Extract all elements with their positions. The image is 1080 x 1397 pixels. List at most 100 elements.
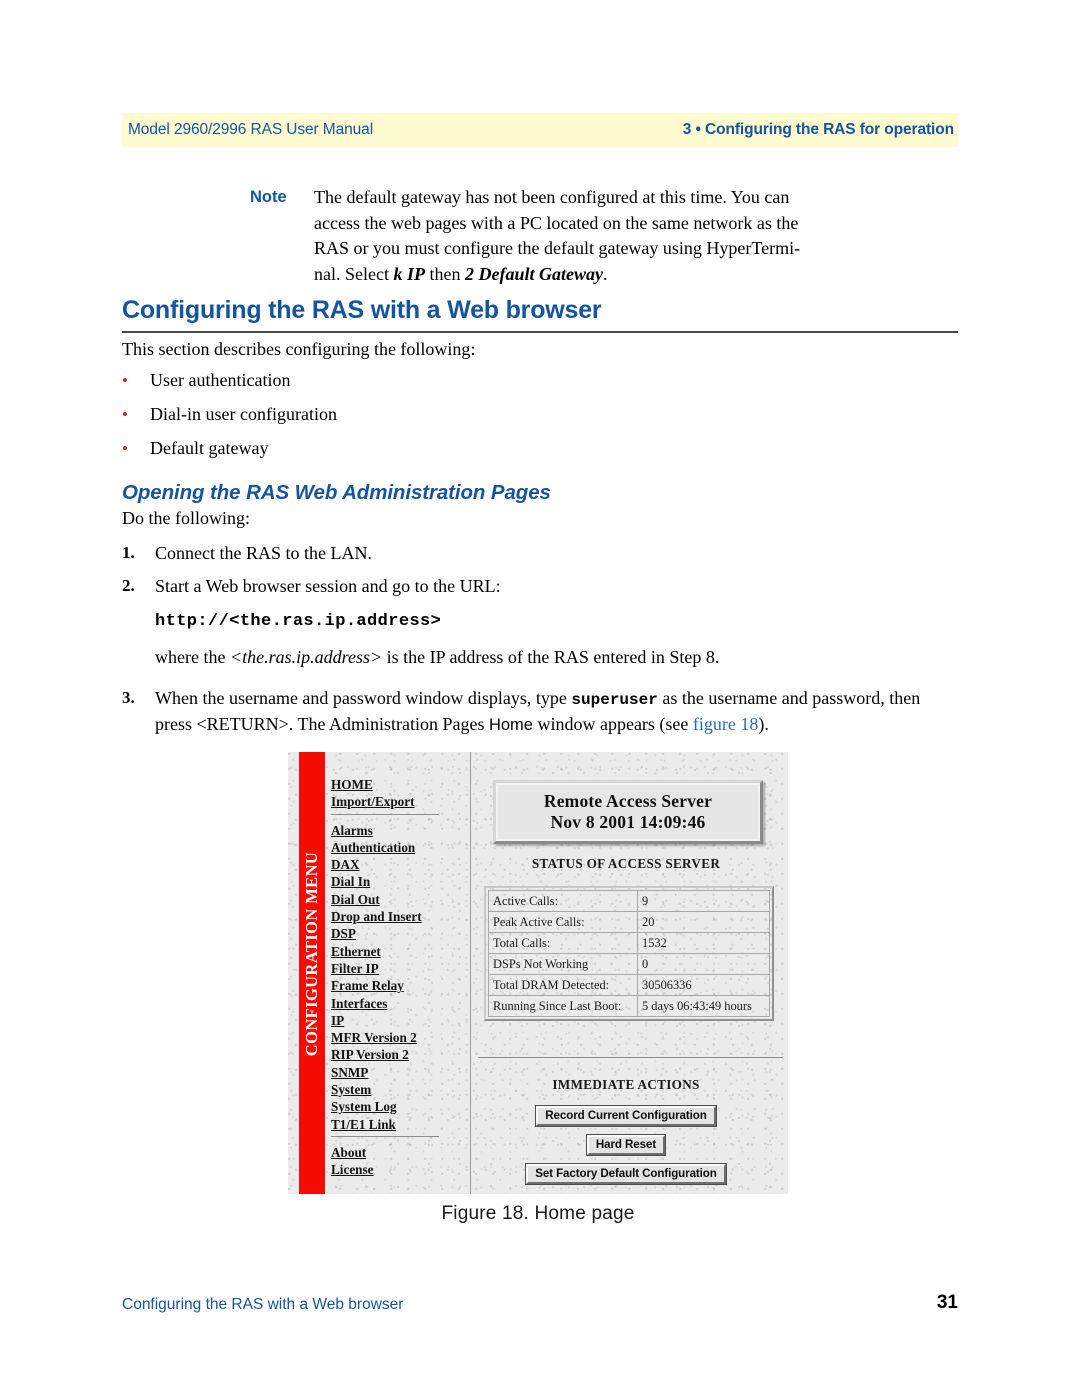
numbered-step-list: 1. Connect the RAS to the LAN. 2. Start … [122, 541, 960, 746]
figure-caption: Figure 18. Home page [441, 1203, 635, 1224]
status-section-heading: STATUS OF ACCESS SERVER [531, 856, 721, 871]
note-line-4-suffix: . [602, 263, 608, 284]
running-header: Model 2960/2996 RAS User Manual 3 • Conf… [122, 113, 958, 147]
menu-item-dsp[interactable]: DSP [331, 925, 356, 942]
table-row: Total Calls: 1532 [488, 932, 770, 954]
menu-content-divider [470, 752, 471, 1194]
menu-item-interfaces[interactable]: Interfaces [331, 995, 387, 1012]
step-number: 2. [122, 575, 135, 595]
figure-cross-reference-link[interactable]: figure 18 [693, 714, 758, 734]
menu-item-system[interactable]: System [331, 1081, 371, 1098]
status-value: 0 [637, 953, 770, 975]
menu-item-alarms[interactable]: Alarms [331, 822, 373, 839]
configuration-menu-bar-label: CONFIGURATION MENU [302, 851, 321, 1057]
step-2-note-prefix: where the [155, 647, 230, 667]
note-body: The default gateway has not been configu… [314, 185, 862, 287]
step-text: When the username and password window di… [155, 686, 960, 738]
step-item-3: 3. When the username and password window… [122, 686, 960, 738]
status-value: 1532 [637, 932, 770, 954]
list-item: • User authentication [122, 370, 822, 404]
step-2-note-placeholder: <the.ras.ip.address> [229, 647, 383, 667]
list-item: • Default gateway [122, 438, 822, 472]
step-3-prefix: When the username and password window di… [155, 687, 572, 708]
menu-item-t1-e1-link[interactable]: T1/E1 Link [331, 1116, 396, 1133]
step-2-url-block: http://<the.ras.ip.address> [155, 612, 960, 631]
menu-item-license[interactable]: License [331, 1161, 374, 1178]
status-label: Total Calls: [488, 932, 638, 954]
menu-item-ip[interactable]: IP [331, 1012, 344, 1029]
ras-content-area: Remote Access Server Nov 8 2001 14:09:46… [478, 752, 788, 1194]
header-chapter-title: 3 • Configuring the RAS for operation [682, 121, 954, 138]
menu-item-home[interactable]: HOME [331, 776, 373, 793]
note-label: Note [250, 188, 287, 206]
bullet-dot-icon: • [122, 439, 128, 458]
status-value: 20 [637, 911, 770, 933]
actions-section-heading: IMMEDIATE ACTIONS [552, 1077, 700, 1092]
status-table: Active Calls: 9 Peak Active Calls: 20 To… [488, 890, 770, 1017]
actions-divider [478, 1057, 783, 1058]
status-label: Active Calls: [488, 890, 638, 912]
menu-item-about[interactable]: About [331, 1144, 366, 1161]
section-intro: This section describes configuring the f… [122, 339, 476, 359]
step-item-1: 1. Connect the RAS to the LAN. [122, 541, 960, 566]
table-row: Peak Active Calls: 20 [488, 911, 770, 933]
menu-item-ethernet[interactable]: Ethernet [331, 943, 381, 960]
note-line-1: The default gateway has not been configu… [314, 187, 790, 207]
step-2-note: where the <the.ras.ip.address> is the IP… [155, 645, 960, 670]
menu-item-import-export[interactable]: Import/Export [331, 793, 415, 810]
record-current-configuration-button[interactable]: Record Current Configuration [536, 1106, 716, 1126]
table-row: Running Since Last Boot: 5 days 06:43:49… [488, 995, 770, 1017]
hard-reset-button[interactable]: Hard Reset [586, 1135, 666, 1155]
menu-item-dial-in[interactable]: Dial In [331, 873, 370, 890]
status-label: Total DRAM Detected: [488, 974, 638, 996]
menu-item-dax[interactable]: DAX [331, 856, 360, 873]
footer-section-name: Configuring the RAS with a Web browser [122, 1296, 404, 1313]
bullet-dot-icon: • [122, 405, 128, 424]
menu-item-system-log[interactable]: System Log [331, 1098, 397, 1115]
table-row: DSPs Not Working 0 [488, 953, 770, 975]
figure-18-home-page: CONFIGURATION MENU HOME Import/Export Al… [288, 752, 788, 1194]
step-item-2: 2. Start a Web browser session and go to… [122, 574, 960, 599]
status-label: Peak Active Calls: [488, 911, 638, 933]
menu-item-drop-and-insert[interactable]: Drop and Insert [331, 908, 422, 925]
factory-default-row: Set Factory Default Configuration [478, 1164, 774, 1184]
bullet-label: Default gateway [150, 438, 269, 458]
status-value: 9 [637, 890, 770, 912]
status-label: DSPs Not Working [488, 953, 638, 975]
step-3-suffix: ). [758, 714, 769, 734]
menu-item-rip-version-2[interactable]: RIP Version 2 [331, 1046, 409, 1063]
status-table-frame: Active Calls: 9 Peak Active Calls: 20 To… [484, 886, 774, 1021]
title-divider [122, 331, 958, 333]
bullet-label: Dial-in user configuration [150, 404, 337, 424]
page-number: 31 [936, 1292, 958, 1313]
note-line-2: access the web pages with a PC located o… [314, 212, 799, 233]
step-number: 1. [122, 543, 135, 562]
note-emphasis-ip: k IP [393, 263, 425, 284]
status-value: 5 days 06:43:49 hours [637, 995, 770, 1017]
set-factory-default-configuration-button[interactable]: Set Factory Default Configuration [526, 1164, 726, 1184]
home-page-name: Home [488, 716, 533, 734]
menu-item-authentication[interactable]: Authentication [331, 839, 415, 856]
menu-item-mfr-version-2[interactable]: MFR Version 2 [331, 1029, 417, 1046]
record-configuration-row: Record Current Configuration [478, 1106, 774, 1126]
bullet-dot-icon: • [122, 371, 128, 390]
header-manual-title: Model 2960/2996 RAS User Manual [128, 121, 374, 138]
note-block: Note The default gateway has not been co… [250, 185, 870, 287]
note-emphasis-default-gateway: 2 Default Gateway [464, 263, 603, 284]
menu-item-snmp[interactable]: SNMP [331, 1064, 368, 1081]
bullet-list: • User authentication • Dial-in user con… [122, 370, 822, 472]
table-row: Total DRAM Detected: 30506336 [488, 974, 770, 996]
ras-timestamp: Nov 8 2001 14:09:46 [550, 812, 706, 832]
bullet-label: User authentication [150, 370, 291, 390]
menu-item-filter-ip[interactable]: Filter IP [331, 960, 379, 977]
ras-device-name: Remote Access Server [543, 791, 713, 811]
menu-item-frame-relay[interactable]: Frame Relay [331, 977, 404, 994]
menu-item-dial-out[interactable]: Dial Out [331, 891, 380, 908]
step-text: Start a Web browser session and go to th… [155, 575, 501, 596]
superuser-credential: superuser [571, 690, 658, 709]
status-label: Running Since Last Boot: [488, 995, 638, 1017]
step-number: 3. [122, 687, 135, 707]
configuration-menu-bar: CONFIGURATION MENU [299, 752, 325, 1194]
table-row: Active Calls: 9 [488, 890, 770, 912]
step-2-note-suffix: is the IP address of the RAS entered in … [382, 647, 720, 667]
